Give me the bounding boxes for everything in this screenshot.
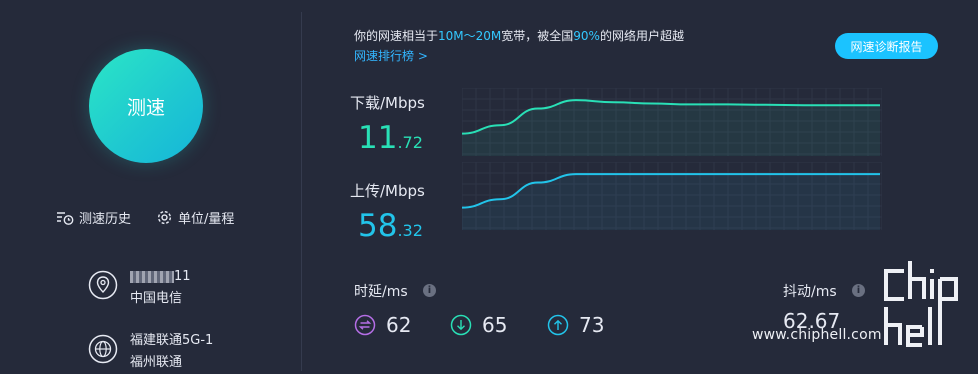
latency-avg: 62 bbox=[354, 313, 411, 337]
latency-max: 73 bbox=[547, 313, 604, 337]
gear-icon bbox=[157, 210, 172, 225]
location-icon bbox=[88, 270, 118, 300]
left-panel: 测速 测速历史 单位/量程 11 中国电信 福建联通5G-1 福州联通 bbox=[0, 0, 300, 371]
globe-icon bbox=[88, 334, 118, 364]
arrow-up-icon bbox=[547, 314, 569, 336]
latency-info-icon[interactable]: i bbox=[423, 284, 436, 297]
upload-label: 上传/Mbps bbox=[350, 182, 425, 200]
download-chart bbox=[462, 88, 882, 156]
upload-chart-area bbox=[462, 174, 880, 230]
diagnose-report-button[interactable]: 网速诊断报告 bbox=[835, 33, 938, 59]
ranking-link[interactable]: 网速排行榜 > bbox=[354, 47, 428, 64]
network-info-ip: 11 中国电信 bbox=[88, 266, 191, 310]
server-name: 福建联通5G-1 bbox=[130, 333, 214, 348]
network-info-server: 福建联通5G-1 福州联通 bbox=[88, 330, 213, 374]
history-label: 测速历史 bbox=[79, 212, 132, 227]
watermark-url: www.chiphell.com bbox=[752, 327, 882, 343]
history-icon bbox=[57, 211, 74, 225]
history-button[interactable]: 测速历史 bbox=[56, 208, 131, 227]
chiphell-watermark-logo bbox=[884, 261, 958, 347]
download-chart-area bbox=[462, 100, 880, 156]
speed-test-button[interactable]: 测速 bbox=[89, 49, 203, 163]
download-label: 下载/Mbps bbox=[350, 94, 425, 112]
speed-summary: 你的网速相当于10M～20M宽带，被全国90%的网络用户超越 bbox=[354, 29, 684, 43]
upload-chart bbox=[462, 162, 882, 230]
ip-address: 11 bbox=[130, 266, 191, 288]
isp-name: 中国电信 bbox=[130, 291, 183, 306]
latency-swap-icon bbox=[354, 314, 376, 336]
upload-value: 58.32 bbox=[358, 208, 423, 244]
results-panel: 你的网速相当于10M～20M宽带，被全国90%的网络用户超越 网速排行榜 > 网… bbox=[302, 0, 978, 371]
units-label: 单位/量程 bbox=[178, 212, 235, 227]
jitter-label: 抖动/ms bbox=[783, 284, 837, 300]
jitter-info-icon[interactable]: i bbox=[852, 284, 865, 297]
latency-min: 65 bbox=[450, 313, 507, 337]
latency-label: 时延/ms bbox=[354, 284, 408, 300]
arrow-down-icon bbox=[450, 314, 472, 336]
ip-redacted bbox=[130, 270, 174, 283]
units-button[interactable]: 单位/量程 bbox=[156, 208, 234, 227]
download-value: 11.72 bbox=[358, 120, 423, 156]
